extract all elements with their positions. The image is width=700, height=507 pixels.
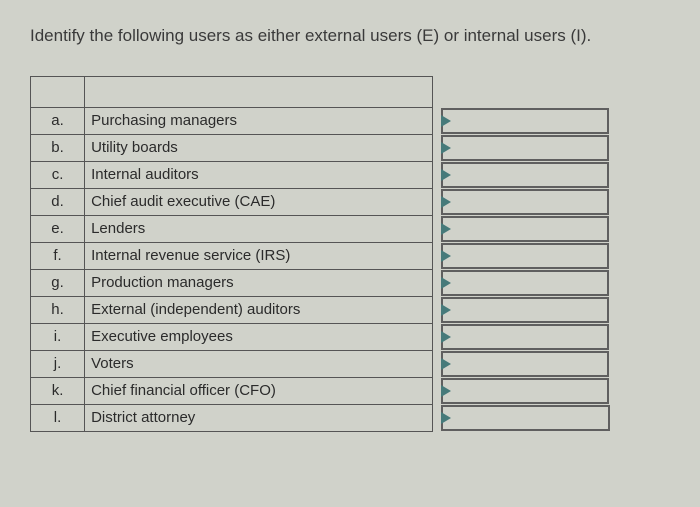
row-desc: Voters bbox=[85, 350, 433, 377]
table-row: h. External (independent) auditors bbox=[31, 296, 610, 323]
dropdown-arrow-icon bbox=[441, 142, 451, 154]
row-desc: Lenders bbox=[85, 215, 433, 242]
table-row: d. Chief audit executive (CAE) bbox=[31, 188, 610, 215]
row-desc: Internal auditors bbox=[85, 161, 433, 188]
dropdown-arrow-icon bbox=[441, 304, 451, 316]
spacer-cell bbox=[31, 76, 85, 107]
table-row: g. Production managers bbox=[31, 269, 610, 296]
dropdown-arrow-icon bbox=[441, 277, 451, 289]
row-letter: f. bbox=[31, 242, 85, 269]
row-letter: g. bbox=[31, 269, 85, 296]
row-desc: Executive employees bbox=[85, 323, 433, 350]
answer-dropdown[interactable] bbox=[441, 216, 609, 242]
table-row: j. Voters bbox=[31, 350, 610, 377]
dropdown-arrow-icon bbox=[441, 115, 451, 127]
row-letter: e. bbox=[31, 215, 85, 242]
question-prompt: Identify the following users as either e… bbox=[30, 24, 670, 48]
table-row: l. District attorney bbox=[31, 404, 610, 431]
table-row: k. Chief financial officer (CFO) bbox=[31, 377, 610, 404]
row-desc: Internal revenue service (IRS) bbox=[85, 242, 433, 269]
dropdown-arrow-icon bbox=[441, 358, 451, 370]
answer-dropdown[interactable] bbox=[441, 135, 609, 161]
row-desc: District attorney bbox=[85, 404, 433, 431]
row-desc: Utility boards bbox=[85, 134, 433, 161]
answer-dropdown[interactable] bbox=[441, 189, 609, 215]
answer-dropdown[interactable] bbox=[441, 270, 609, 296]
spacer-cell bbox=[432, 76, 609, 107]
row-desc: Production managers bbox=[85, 269, 433, 296]
answer-dropdown[interactable] bbox=[441, 243, 609, 269]
row-desc: Chief audit executive (CAE) bbox=[85, 188, 433, 215]
row-letter: d. bbox=[31, 188, 85, 215]
row-letter: b. bbox=[31, 134, 85, 161]
row-letter: l. bbox=[31, 404, 85, 431]
dropdown-arrow-icon bbox=[441, 250, 451, 262]
dropdown-arrow-icon bbox=[441, 169, 451, 181]
header-spacer-row bbox=[31, 76, 610, 107]
answer-dropdown[interactable] bbox=[441, 297, 609, 323]
dropdown-arrow-icon bbox=[441, 223, 451, 235]
dropdown-arrow-icon bbox=[441, 331, 451, 343]
row-letter: c. bbox=[31, 161, 85, 188]
dropdown-arrow-icon bbox=[441, 196, 451, 208]
answer-dropdown[interactable] bbox=[441, 378, 609, 404]
row-letter: i. bbox=[31, 323, 85, 350]
answer-dropdown[interactable] bbox=[441, 162, 609, 188]
dropdown-arrow-icon bbox=[441, 385, 451, 397]
table-row: b. Utility boards bbox=[31, 134, 610, 161]
answer-dropdown[interactable] bbox=[441, 405, 610, 431]
row-desc: Chief financial officer (CFO) bbox=[85, 377, 433, 404]
answer-dropdown[interactable] bbox=[441, 108, 609, 134]
row-letter: j. bbox=[31, 350, 85, 377]
dropdown-arrow-icon bbox=[441, 412, 451, 424]
row-letter: a. bbox=[31, 107, 85, 134]
answer-dropdown[interactable] bbox=[441, 324, 609, 350]
table-row: a. Purchasing managers bbox=[31, 107, 610, 134]
row-letter: k. bbox=[31, 377, 85, 404]
row-letter: h. bbox=[31, 296, 85, 323]
table-row: c. Internal auditors bbox=[31, 161, 610, 188]
row-desc: External (independent) auditors bbox=[85, 296, 433, 323]
spacer-cell bbox=[85, 76, 433, 107]
table-row: i. Executive employees bbox=[31, 323, 610, 350]
row-desc: Purchasing managers bbox=[85, 107, 433, 134]
users-table: a. Purchasing managers b. Utility boards… bbox=[30, 76, 610, 432]
table-row: e. Lenders bbox=[31, 215, 610, 242]
answer-dropdown[interactable] bbox=[441, 351, 609, 377]
table-row: f. Internal revenue service (IRS) bbox=[31, 242, 610, 269]
